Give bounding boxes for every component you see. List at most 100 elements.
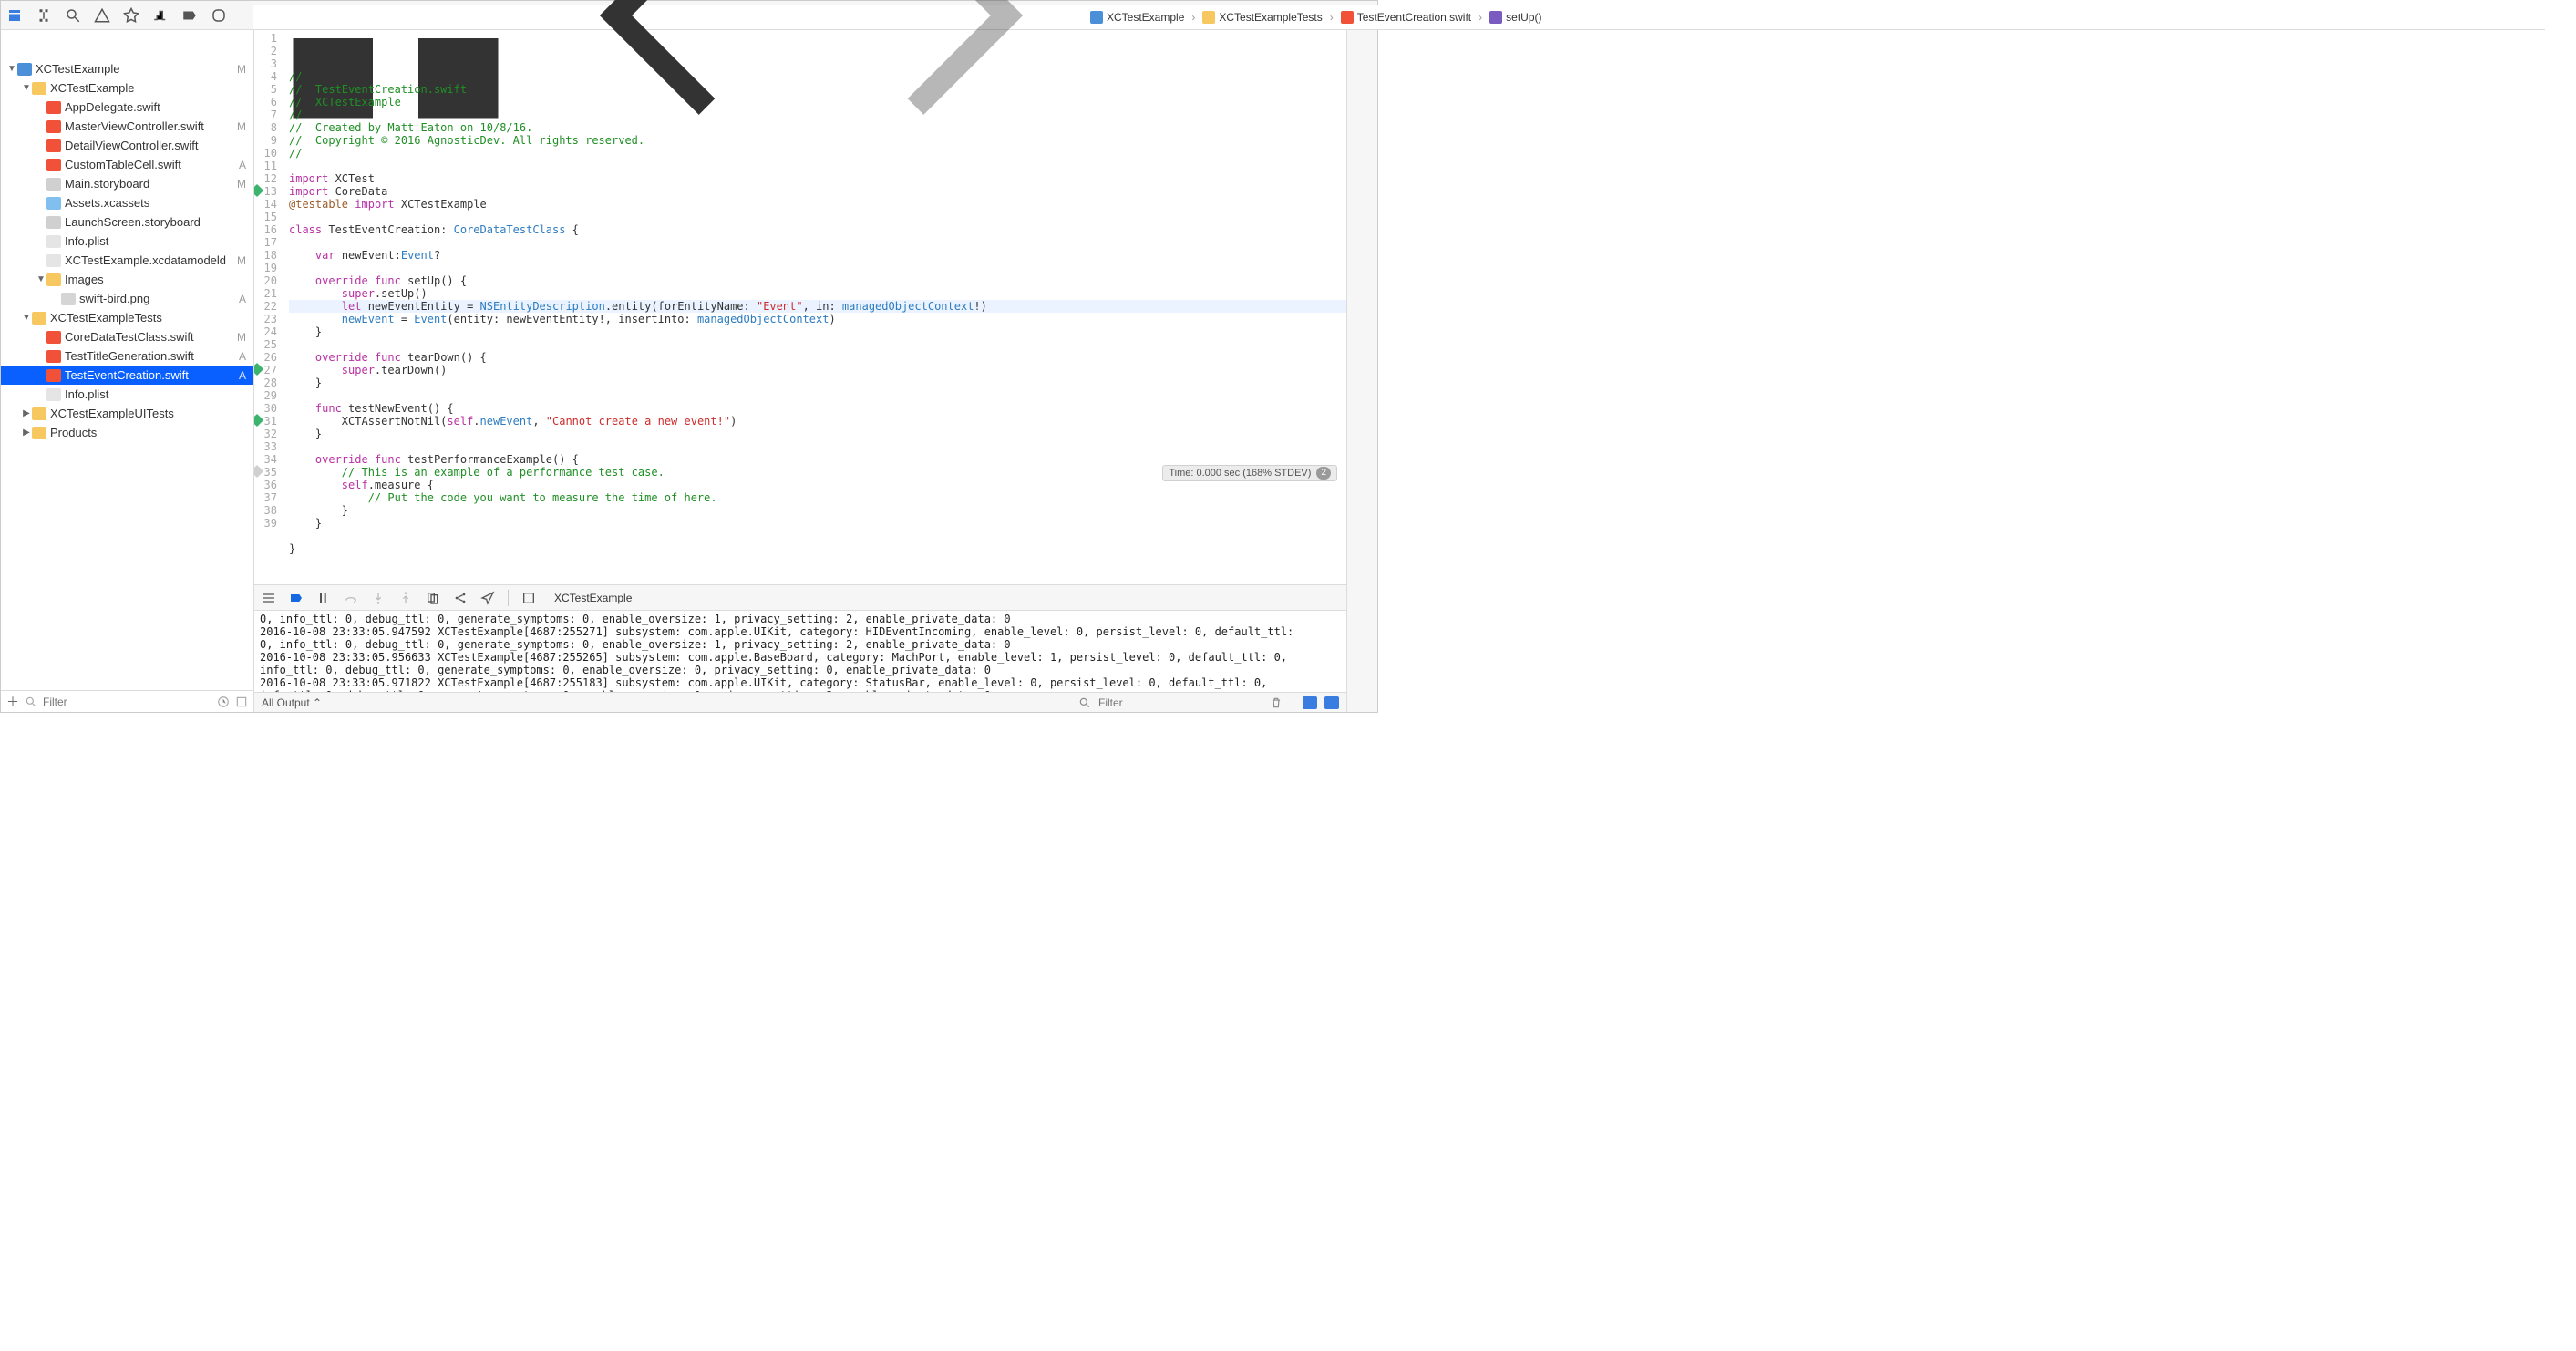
code-line[interactable]: func testNewEvent() {	[289, 402, 1346, 415]
issue-navigator-icon[interactable]	[94, 7, 110, 24]
line-number[interactable]: 36	[254, 479, 277, 491]
code-line[interactable]	[289, 530, 1346, 542]
project-navigator-icon[interactable]	[6, 7, 23, 24]
line-number[interactable]: 28	[254, 376, 277, 389]
navigator-filter-input[interactable]	[43, 696, 211, 708]
tree-row[interactable]: TestTitleGeneration.swiftA	[1, 346, 253, 366]
debug-navigator-icon[interactable]	[152, 7, 169, 24]
code-line[interactable]: @testable import XCTestExample	[289, 198, 1346, 211]
code-line[interactable]: newEvent = Event(entity: newEventEntity!…	[289, 313, 1346, 325]
line-number[interactable]: 11	[254, 160, 277, 172]
code-line[interactable]: override func tearDown() {	[289, 351, 1346, 364]
code-line[interactable]: super.tearDown()	[289, 364, 1346, 376]
breakpoints-toggle-icon[interactable]	[289, 591, 304, 605]
breadcrumb-file[interactable]: TestEventCreation.swift	[1341, 11, 1471, 24]
code-line[interactable]: override func setUp() {	[289, 274, 1346, 287]
scm-filter-icon[interactable]	[235, 696, 248, 708]
code-line[interactable]: // Copyright © 2016 AgnosticDev. All rig…	[289, 134, 1346, 147]
line-number[interactable]: 24	[254, 325, 277, 338]
line-number[interactable]: 22	[254, 300, 277, 313]
line-number[interactable]: 38	[254, 504, 277, 517]
tree-row[interactable]: ▼Images	[1, 270, 253, 289]
test-success-icon[interactable]	[254, 414, 263, 427]
line-number[interactable]: 5	[254, 83, 277, 96]
output-filter-menu[interactable]: All Output ⌃	[262, 696, 322, 709]
source-control-navigator-icon[interactable]	[36, 7, 52, 24]
code-line[interactable]: }	[289, 325, 1346, 338]
code-line[interactable]: }	[289, 517, 1346, 530]
code-line[interactable]: // TestEventCreation.swift	[289, 83, 1346, 96]
line-number[interactable]: 21	[254, 287, 277, 300]
add-button[interactable]: ＋	[6, 693, 19, 711]
utilities-rail[interactable]	[1346, 30, 1377, 712]
console-view-toggle[interactable]	[1324, 696, 1339, 709]
tree-row[interactable]: Main.storyboardM	[1, 174, 253, 193]
breadcrumb-symbol[interactable]: setUp()	[1489, 11, 1541, 24]
performance-result-badge[interactable]: Time: 0.000 sec (168% STDEV) 2	[1162, 465, 1337, 481]
line-number[interactable]: 1	[254, 32, 277, 45]
line-number[interactable]: 3	[254, 57, 277, 70]
trash-icon[interactable]	[1270, 696, 1283, 709]
line-number[interactable]: 31	[254, 415, 277, 428]
line-number[interactable]: 9	[254, 134, 277, 147]
line-number[interactable]: 35	[254, 466, 277, 479]
tree-row[interactable]: TestEventCreation.swiftA	[1, 366, 253, 385]
code-line[interactable]: }	[289, 504, 1346, 517]
line-number[interactable]: 25	[254, 338, 277, 351]
debug-console[interactable]: 0, info_ttl: 0, debug_ttl: 0, generate_s…	[254, 611, 1346, 692]
step-over-icon[interactable]	[344, 591, 358, 605]
tree-row[interactable]: ▶XCTestExampleUITests	[1, 404, 253, 423]
debug-memory-graph-icon[interactable]	[453, 591, 468, 605]
tree-row[interactable]: CustomTableCell.swiftA	[1, 155, 253, 174]
line-number[interactable]: 39	[254, 517, 277, 530]
code-line[interactable]: import CoreData	[289, 185, 1346, 198]
code-line[interactable]: // XCTestExample	[289, 96, 1346, 108]
code-line[interactable]: //	[289, 147, 1346, 160]
line-number[interactable]: 33	[254, 440, 277, 453]
line-number[interactable]: 27	[254, 364, 277, 376]
line-number[interactable]: 8	[254, 121, 277, 134]
recent-filter-icon[interactable]	[217, 696, 230, 708]
line-number[interactable]: 23	[254, 313, 277, 325]
code-line[interactable]: }	[289, 542, 1346, 555]
step-out-icon[interactable]	[398, 591, 413, 605]
file-tree[interactable]: ▼XCTestExampleM▼XCTestExampleAppDelegate…	[1, 30, 253, 690]
tree-row[interactable]: CoreDataTestClass.swiftM	[1, 327, 253, 346]
code-line[interactable]	[289, 211, 1346, 223]
breadcrumb-folder[interactable]: XCTestExampleTests	[1202, 11, 1322, 24]
tree-row[interactable]: MasterViewController.swiftM	[1, 117, 253, 136]
test-marker-icon[interactable]	[254, 465, 263, 478]
debug-view-hierarchy-icon[interactable]	[426, 591, 440, 605]
tree-row[interactable]: Info.plist	[1, 232, 253, 251]
line-number[interactable]: 10	[254, 147, 277, 160]
code-area[interactable]: //// TestEventCreation.swift// XCTestExa…	[283, 32, 1346, 584]
code-line[interactable]	[289, 160, 1346, 172]
line-number[interactable]: 14	[254, 198, 277, 211]
tree-row[interactable]: Info.plist	[1, 385, 253, 404]
code-line[interactable]	[289, 389, 1346, 402]
disclosure-triangle-icon[interactable]: ▼	[21, 83, 32, 93]
variables-view-toggle[interactable]	[1303, 696, 1317, 709]
line-number[interactable]: 26	[254, 351, 277, 364]
simulate-location-icon[interactable]	[480, 591, 495, 605]
find-navigator-icon[interactable]	[65, 7, 81, 24]
code-line[interactable]: import XCTest	[289, 172, 1346, 185]
tree-row[interactable]: XCTestExample.xcdatamodeldM	[1, 251, 253, 270]
breakpoint-navigator-icon[interactable]	[181, 7, 198, 24]
code-line[interactable]: class TestEventCreation: CoreDataTestCla…	[289, 223, 1346, 236]
code-line[interactable]	[289, 338, 1346, 351]
breadcrumb-project[interactable]: XCTestExample	[1090, 11, 1184, 24]
line-number[interactable]: 20	[254, 274, 277, 287]
disclosure-triangle-icon[interactable]: ▶	[21, 408, 32, 418]
code-line[interactable]: let newEventEntity = NSEntityDescription…	[289, 300, 1346, 313]
line-number[interactable]: 16	[254, 223, 277, 236]
line-number-gutter[interactable]: 1234567891011121314151617181920212223242…	[254, 32, 283, 584]
line-number[interactable]: 32	[254, 428, 277, 440]
code-line[interactable]: // Put the code you want to measure the …	[289, 491, 1346, 504]
test-success-icon[interactable]	[254, 184, 263, 197]
tree-row[interactable]: ▼XCTestExample	[1, 78, 253, 98]
code-line[interactable]: //	[289, 70, 1346, 83]
line-number[interactable]: 12	[254, 172, 277, 185]
disclosure-triangle-icon[interactable]: ▼	[6, 64, 17, 74]
tree-row[interactable]: AppDelegate.swift	[1, 98, 253, 117]
